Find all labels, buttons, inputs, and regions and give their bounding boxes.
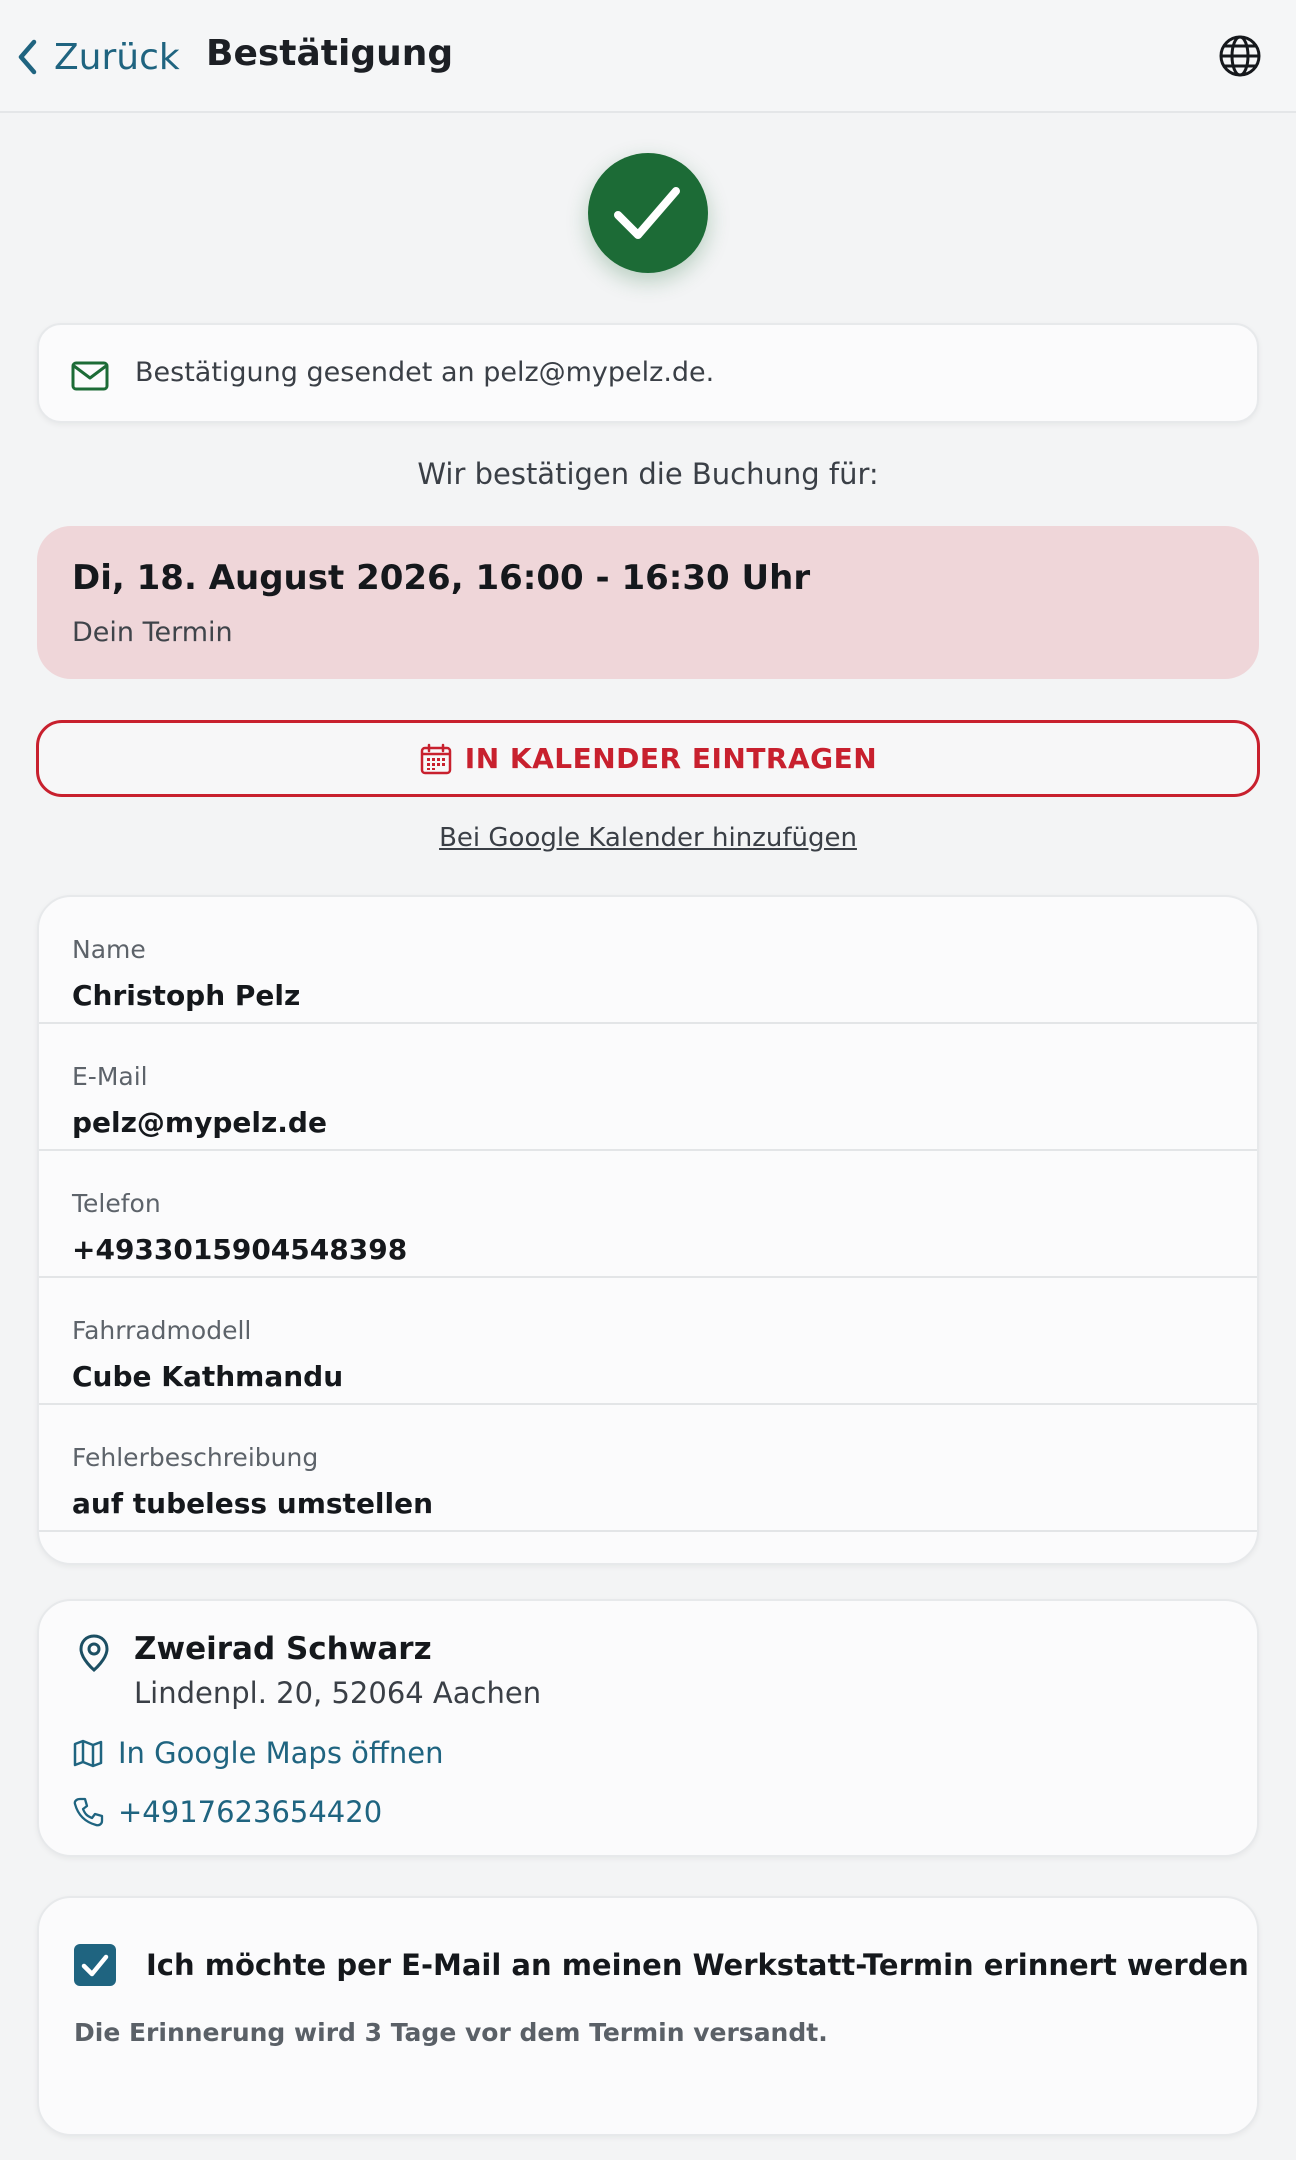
workshop-phone-link[interactable]: +4917623654420	[72, 1795, 382, 1829]
detail-value: +4933015904548398	[72, 1233, 408, 1266]
detail-row-phone: Telefon +4933015904548398	[39, 1151, 1257, 1278]
email-notice-text: Bestätigung gesendet an pelz@mypelz.de.	[135, 357, 715, 388]
detail-value: Christoph Pelz	[72, 979, 301, 1012]
appointment-subtitle: Dein Termin	[72, 617, 233, 648]
back-label: Zurück	[54, 36, 180, 78]
globe-icon	[1219, 35, 1261, 77]
detail-label: Fehlerbeschreibung	[72, 1443, 319, 1472]
google-calendar-link[interactable]: Bei Google Kalender hinzufügen	[0, 823, 1296, 853]
success-badge	[588, 153, 708, 273]
email-reminder-checkbox[interactable]	[74, 1944, 116, 1986]
detail-row-bike-model: Fahrradmodell Cube Kathmandu	[39, 1278, 1257, 1405]
map-pin-icon	[79, 1634, 109, 1672]
detail-value: pelz@mypelz.de	[72, 1106, 327, 1139]
workshop-name: Zweirad Schwarz	[134, 1631, 432, 1667]
map-icon	[73, 1739, 103, 1768]
email-reminder-label[interactable]: Ich möchte per E-Mail an meinen Werkstat…	[146, 1948, 1249, 1982]
mail-icon	[71, 361, 109, 391]
checkmark-icon	[81, 1954, 109, 1977]
detail-label: Fahrradmodell	[72, 1316, 252, 1345]
chevron-left-icon	[18, 39, 37, 75]
workshop-phone-number: +4917623654420	[118, 1795, 383, 1829]
confirmation-intro: Wir bestätigen die Buchung für:	[417, 457, 879, 491]
detail-value: Cube Kathmandu	[72, 1360, 344, 1393]
add-to-calendar-button[interactable]: IN KALENDER EINTRAGEN	[36, 720, 1260, 797]
calendar-icon	[420, 743, 452, 774]
appointment-time: Di, 18. August 2026, 16:00 - 16:30 Uhr	[72, 558, 811, 598]
phone-icon	[73, 1797, 104, 1827]
google-maps-link[interactable]: In Google Maps öffnen	[72, 1736, 444, 1770]
email-reminder-note: Die Erinnerung wird 3 Tage vor dem Termi…	[74, 2018, 828, 2047]
detail-row-issue-description: Fehlerbeschreibung auf tubeless umstelle…	[39, 1405, 1257, 1532]
workshop-address: Lindenpl. 20, 52064 Aachen	[134, 1676, 542, 1710]
detail-value: auf tubeless umstellen	[72, 1487, 434, 1520]
checkmark-icon	[614, 187, 680, 239]
detail-label: E-Mail	[72, 1062, 148, 1091]
workshop-location-card: Zweirad Schwarz Lindenpl. 20, 52064 Aach…	[37, 1599, 1259, 1857]
detail-row-email: E-Mail pelz@mypelz.de	[39, 1024, 1257, 1151]
detail-row-name: Name Christoph Pelz	[39, 897, 1257, 1024]
email-reminder-card: Ich möchte per E-Mail an meinen Werkstat…	[37, 1896, 1259, 2136]
page-title: Bestätigung	[206, 33, 454, 74]
appointment-card: Di, 18. August 2026, 16:00 - 16:30 Uhr D…	[37, 526, 1259, 679]
detail-label: Telefon	[72, 1189, 161, 1218]
language-button[interactable]	[1216, 32, 1264, 80]
back-button[interactable]: Zurück	[14, 30, 180, 84]
booking-details-card: Name Christoph Pelz E-Mail pelz@mypelz.d…	[37, 895, 1259, 1565]
top-bar: Zurück Bestätigung	[0, 0, 1296, 113]
add-to-calendar-label: IN KALENDER EINTRAGEN	[464, 742, 878, 775]
google-maps-label: In Google Maps öffnen	[118, 1736, 444, 1770]
detail-label: Name	[72, 935, 146, 964]
email-confirmation-notice: Bestätigung gesendet an pelz@mypelz.de.	[37, 323, 1259, 423]
